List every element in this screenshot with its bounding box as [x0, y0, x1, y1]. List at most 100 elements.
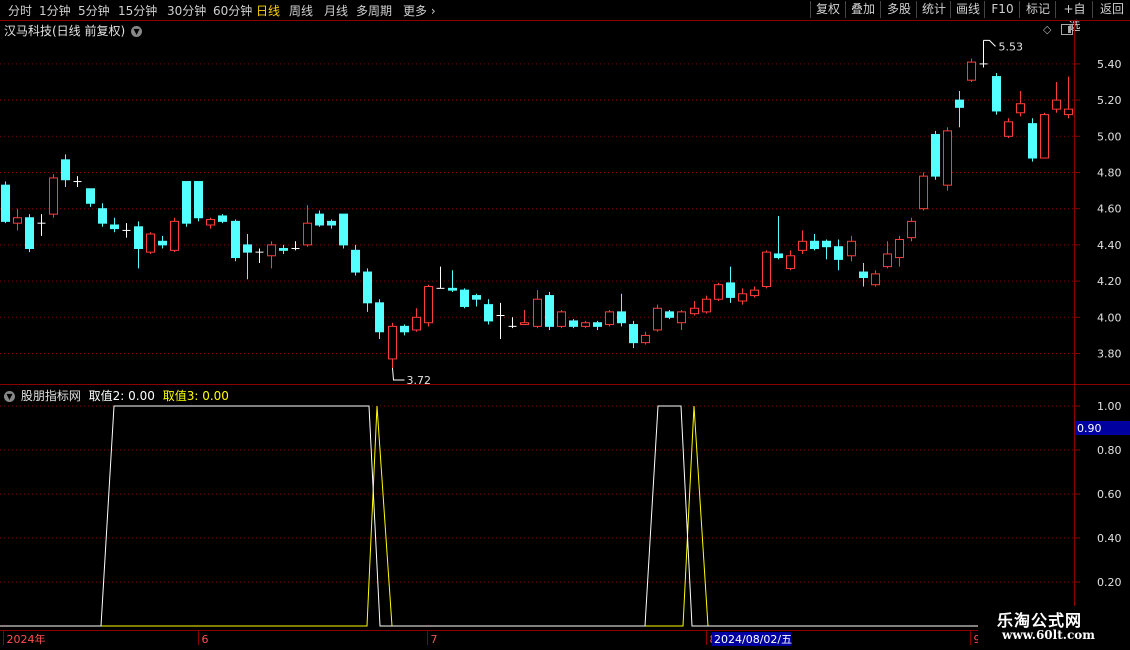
period-tab-0[interactable]: 分时 — [8, 2, 32, 19]
period-tab-5[interactable]: 60分钟 — [213, 2, 252, 19]
candle-body — [883, 253, 892, 268]
period-tab-10[interactable]: 更多 › — [403, 2, 436, 19]
candle-body — [231, 220, 240, 259]
candle-body — [194, 181, 203, 219]
candle-body — [158, 240, 167, 246]
candle — [255, 248, 264, 263]
candle — [351, 244, 360, 276]
candle — [231, 219, 240, 262]
indicator-tick-label: 0.80 — [1097, 444, 1122, 457]
candle — [182, 181, 191, 227]
toolbar-button-6[interactable]: 标记 — [1019, 1, 1056, 18]
low-marker — [392, 367, 405, 381]
candle — [315, 210, 324, 227]
period-tab-3[interactable]: 15分钟 — [118, 2, 157, 19]
candle-body — [750, 289, 759, 297]
candle-body — [931, 133, 940, 177]
candle-body — [351, 249, 360, 273]
period-tab-9[interactable]: 多周期 — [356, 2, 392, 19]
period-tab-6[interactable]: 日线 — [256, 2, 280, 19]
toolbar-button-0[interactable]: 复权 — [810, 1, 845, 18]
chevron-down-icon[interactable]: ▼ — [131, 26, 143, 37]
period-tab-2[interactable]: 5分钟 — [78, 2, 110, 19]
candle — [1064, 76, 1073, 119]
annotations: 5.53 3.72 — [392, 39, 1023, 387]
indicator-lines — [0, 405, 1074, 627]
candle — [448, 270, 457, 292]
candle-body — [1064, 108, 1073, 116]
panel-toggle-icon[interactable] — [1061, 24, 1073, 35]
candle-body — [665, 311, 674, 318]
candle-body — [134, 226, 143, 250]
candle-body — [871, 273, 880, 286]
period-tab-4[interactable]: 30分钟 — [167, 2, 206, 19]
candle-body — [61, 159, 70, 181]
candle — [677, 310, 686, 330]
candle — [363, 268, 372, 312]
candle — [653, 304, 662, 332]
candle-body — [762, 251, 771, 288]
candle-body — [605, 311, 614, 326]
candle — [436, 266, 445, 289]
toolbar-button-1[interactable]: 叠加 — [845, 1, 880, 18]
candle-body — [726, 282, 735, 298]
toolbar-button-7[interactable]: +自选 — [1055, 1, 1093, 33]
candle — [1028, 118, 1037, 162]
period-tab-7[interactable]: 周线 — [289, 2, 313, 19]
candle-body — [339, 213, 348, 246]
candle — [810, 234, 819, 251]
indicator-name[interactable]: 股朋指标网 — [21, 389, 81, 403]
candle-body — [702, 298, 711, 313]
candle — [690, 301, 699, 316]
candle — [967, 58, 976, 82]
candle — [895, 235, 904, 267]
candle — [460, 288, 469, 309]
chevron-down-icon[interactable]: ▼ — [4, 391, 15, 402]
candle — [1052, 82, 1061, 113]
candle-body — [1028, 123, 1037, 159]
toolbar-button-3[interactable]: 统计 — [916, 1, 951, 18]
candle — [931, 130, 940, 180]
time-axis: 2024年 6 7 8 92024/08/02/五 — [3, 631, 981, 646]
candle — [279, 244, 288, 254]
candle — [1016, 91, 1025, 117]
candle — [134, 221, 143, 269]
candle — [37, 214, 46, 236]
toolbar-button-2[interactable]: 多股 — [880, 1, 917, 18]
indicator-tick-label: 1.00 — [1097, 400, 1122, 413]
chart-title[interactable]: 汉马科技(日线 前复权) ▼ — [4, 22, 143, 39]
candle-body — [267, 244, 276, 257]
candle-body — [847, 240, 856, 257]
time-label: 2024年 — [7, 632, 46, 646]
candle — [400, 324, 409, 336]
price-tick-label: 4.80 — [1097, 167, 1122, 180]
candle-body — [557, 311, 566, 327]
price-tick-label: 5.20 — [1097, 94, 1122, 107]
time-label: 7 — [431, 633, 438, 646]
series1-line — [0, 405, 1074, 627]
cursor-value-label: 0.90 — [1077, 422, 1102, 435]
period-tab-8[interactable]: 月线 — [324, 2, 348, 19]
candle-body — [170, 220, 179, 251]
candle-body — [569, 320, 578, 327]
candle — [25, 214, 34, 253]
cursor-date-label: 2024/08/02/五 — [714, 633, 792, 646]
candle-body — [581, 322, 590, 327]
time-label: 6 — [202, 633, 209, 646]
toolbar-button-8[interactable]: 返回 — [1092, 1, 1130, 18]
period-tab-1[interactable]: 1分钟 — [39, 2, 71, 19]
indicator-tick-label: 0.60 — [1097, 488, 1122, 501]
toolbar-button-5[interactable]: F10 — [984, 1, 1020, 18]
candle-body — [448, 287, 457, 291]
toolbar-button-4[interactable]: 画线 — [950, 1, 985, 18]
candle — [110, 217, 119, 233]
candle — [194, 181, 203, 222]
chevron-right-icon: › — [427, 4, 436, 18]
diamond-icon[interactable]: ◇ — [1043, 23, 1051, 36]
candle-body — [617, 311, 626, 324]
watermark-url: www.60lt.com — [1002, 628, 1095, 642]
price-tick-label: 4.60 — [1097, 203, 1122, 216]
candle-body — [182, 181, 191, 224]
candle-body — [86, 188, 95, 204]
candle — [581, 320, 590, 329]
